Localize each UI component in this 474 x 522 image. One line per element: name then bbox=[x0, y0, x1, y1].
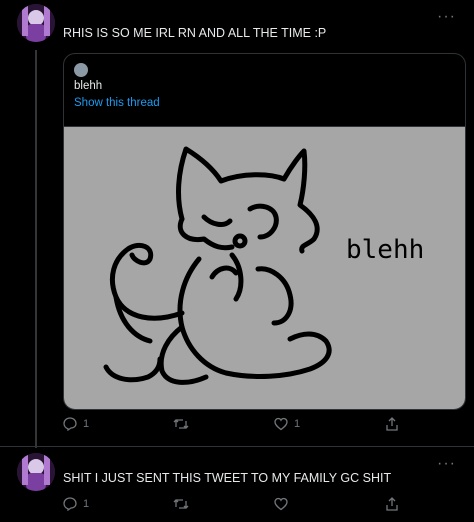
quoted-tweet-card[interactable]: blehh Show this thread blehh bbox=[63, 53, 466, 410]
more-options-button[interactable]: ··· bbox=[437, 9, 456, 25]
more-icon: ··· bbox=[437, 8, 456, 25]
reply-icon bbox=[63, 497, 77, 511]
quoted-tweet-header bbox=[74, 62, 88, 78]
avatar[interactable] bbox=[17, 4, 55, 42]
more-icon: ··· bbox=[437, 455, 456, 472]
avatar[interactable] bbox=[17, 453, 55, 491]
tweet-text: RHIS IS SO ME IRL RN AND ALL THE TIME :P bbox=[63, 26, 327, 40]
like-icon bbox=[274, 497, 288, 511]
like-button[interactable] bbox=[274, 497, 294, 511]
more-options-button[interactable]: ··· bbox=[437, 456, 456, 472]
share-icon bbox=[386, 497, 398, 511]
share-button[interactable] bbox=[385, 497, 399, 511]
reply-count: 1 bbox=[83, 498, 90, 510]
tweet-divider bbox=[0, 446, 474, 447]
quoted-tweet-image[interactable]: blehh bbox=[64, 126, 465, 409]
quoted-tweet-text: blehh bbox=[74, 80, 103, 92]
retweet-icon bbox=[173, 419, 189, 429]
retweet-button[interactable] bbox=[173, 417, 195, 431]
share-button[interactable] bbox=[385, 417, 399, 431]
tweet-actions: 1 1 bbox=[63, 417, 398, 435]
cat-drawing: blehh bbox=[103, 146, 424, 385]
reply-icon bbox=[63, 417, 77, 431]
reply-button[interactable]: 1 bbox=[63, 497, 89, 511]
like-button[interactable]: 1 bbox=[274, 417, 300, 431]
tweet-actions: 1 bbox=[63, 497, 398, 515]
share-icon bbox=[386, 417, 398, 431]
reply-button[interactable]: 1 bbox=[63, 417, 89, 431]
blehh-handwriting: blehh bbox=[346, 235, 424, 265]
like-icon bbox=[274, 417, 288, 431]
like-count: 1 bbox=[294, 418, 301, 430]
retweet-icon bbox=[173, 499, 189, 509]
tweet-text: SHIT I JUST SENT THIS TWEET TO MY FAMILY… bbox=[63, 471, 392, 485]
quoted-tweet-avatar bbox=[74, 63, 88, 77]
show-thread-link[interactable]: Show this thread bbox=[74, 97, 160, 109]
thread-connector-line bbox=[35, 50, 37, 448]
retweet-button[interactable] bbox=[173, 497, 195, 511]
reply-count: 1 bbox=[83, 418, 90, 430]
